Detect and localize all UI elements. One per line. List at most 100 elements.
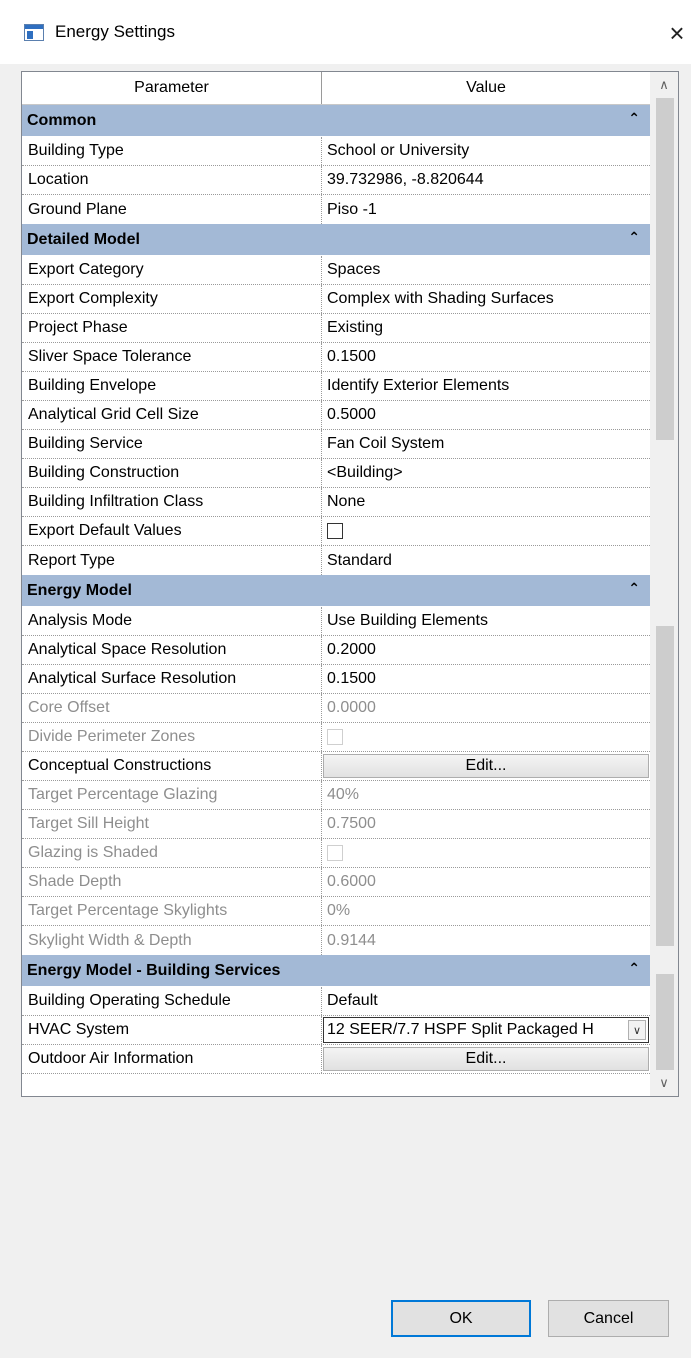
value-export-default-values — [322, 517, 650, 545]
param-export-complexity: Export Complexity — [22, 285, 322, 313]
property-row: Core Offset 0.0000 — [22, 694, 650, 723]
scrollbar-thumb-secondary[interactable] — [656, 626, 674, 946]
param-analysis-mode: Analysis Mode — [22, 607, 322, 635]
close-icon[interactable]: × — [664, 16, 690, 50]
value-skylight-width-depth: 0.9144 — [327, 931, 376, 949]
group-header-energy-model[interactable]: Energy Model ⌃ — [22, 575, 650, 607]
value-target-percentage-glazing: 40% — [327, 786, 360, 803]
collapse-chevron-icon[interactable]: ⌃ — [628, 229, 640, 246]
scrollbar-thumb-tertiary[interactable] — [656, 974, 674, 1070]
column-header-parameter[interactable]: Parameter — [22, 72, 322, 104]
property-row[interactable]: Analytical Surface Resolution 0.1500 — [22, 665, 650, 694]
divide-perimeter-zones-checkbox — [327, 729, 343, 745]
value-building-type[interactable]: School or University — [322, 137, 650, 165]
outdoor-air-information-edit-button[interactable]: Edit... — [323, 1047, 649, 1071]
value-project-phase[interactable]: Existing — [322, 314, 650, 342]
value-ground-plane[interactable]: Piso -1 — [322, 195, 650, 224]
value-conceptual-constructions: Edit... — [322, 752, 650, 780]
group-label: Energy Model — [27, 581, 132, 599]
scrollbar-thumb[interactable] — [656, 98, 674, 440]
hvac-system-dropdown[interactable]: 12 SEER/7.7 HSPF Split Packaged H ∨ — [323, 1017, 649, 1043]
value-report-type[interactable]: Standard — [322, 546, 650, 575]
hvac-system-selected: 12 SEER/7.7 HSPF Split Packaged H — [327, 1021, 594, 1038]
property-row[interactable]: Analytical Grid Cell Size 0.5000 — [22, 401, 650, 430]
value-location[interactable]: 39.732986, -8.820644 — [322, 166, 650, 194]
scroll-down-icon[interactable]: ∨ — [650, 1070, 678, 1096]
value-building-envelope[interactable]: Identify Exterior Elements — [322, 372, 650, 400]
param-sliver-space-tolerance: Sliver Space Tolerance — [22, 343, 322, 371]
value-core-offset: 0.0000 — [327, 699, 376, 716]
value-export-complexity[interactable]: Complex with Shading Surfaces — [322, 285, 650, 313]
param-building-infiltration-class: Building Infiltration Class — [22, 488, 322, 516]
value-export-category[interactable]: Spaces — [322, 256, 650, 284]
property-row[interactable]: Building Type School or University — [22, 137, 650, 166]
property-row[interactable]: Building Infiltration Class None — [22, 488, 650, 517]
property-row[interactable]: Building Service Fan Coil System — [22, 430, 650, 459]
param-analytical-grid-cell-size: Analytical Grid Cell Size — [22, 401, 322, 429]
value-building-infiltration-class[interactable]: None — [322, 488, 650, 516]
group-label: Detailed Model — [27, 230, 140, 248]
group-label: Common — [27, 111, 97, 129]
param-analytical-space-resolution: Analytical Space Resolution — [22, 636, 322, 664]
param-export-category: Export Category — [22, 256, 322, 284]
value-hvac-system: 12 SEER/7.7 HSPF Split Packaged H ∨ — [322, 1016, 650, 1044]
property-row[interactable]: Analytical Space Resolution 0.2000 — [22, 636, 650, 665]
vertical-scrollbar[interactable]: ∧ ∨ — [650, 72, 678, 1096]
window-title: Energy Settings — [55, 22, 176, 41]
param-skylight-width-depth: Skylight Width & Depth — [22, 926, 322, 955]
param-ground-plane: Ground Plane — [22, 195, 322, 224]
property-row: Glazing is Shaded — [22, 839, 650, 868]
value-analytical-space-resolution[interactable]: 0.2000 — [322, 636, 650, 664]
scroll-up-icon[interactable]: ∧ — [650, 72, 678, 98]
property-row[interactable]: HVAC System 12 SEER/7.7 HSPF Split Packag… — [22, 1016, 650, 1045]
property-row: Target Percentage Skylights 0% — [22, 897, 650, 926]
property-row[interactable]: Building Envelope Identify Exterior Eleme… — [22, 372, 650, 401]
cancel-button[interactable]: Cancel — [548, 1300, 669, 1337]
value-shade-depth: 0.6000 — [327, 873, 376, 890]
group-header-common[interactable]: Common ⌃ — [22, 105, 650, 137]
property-row[interactable]: Conceptual Constructions Edit... — [22, 752, 650, 781]
column-header-value[interactable]: Value — [322, 72, 650, 104]
property-row[interactable]: Export Default Values — [22, 517, 650, 546]
value-analytical-grid-cell-size[interactable]: 0.5000 — [322, 401, 650, 429]
property-row[interactable]: Building Operating Schedule Default — [22, 987, 650, 1016]
export-default-values-checkbox[interactable] — [327, 523, 343, 539]
collapse-chevron-icon[interactable]: ⌃ — [628, 110, 640, 127]
property-row[interactable]: Location 39.732986, -8.820644 — [22, 166, 650, 195]
property-row[interactable]: Export Complexity Complex with Shading Su… — [22, 285, 650, 314]
value-outdoor-air-information: Edit... — [322, 1045, 650, 1073]
property-row[interactable]: Report Type Standard — [22, 546, 650, 575]
value-analytical-surface-resolution[interactable]: 0.1500 — [322, 665, 650, 693]
param-shade-depth: Shade Depth — [22, 868, 322, 896]
param-building-operating-schedule: Building Operating Schedule — [22, 987, 322, 1015]
property-row[interactable]: Sliver Space Tolerance 0.1500 — [22, 343, 650, 372]
param-export-default-values: Export Default Values — [22, 517, 322, 545]
property-row[interactable]: Outdoor Air Information Edit... — [22, 1045, 650, 1074]
property-row: Shade Depth 0.6000 — [22, 868, 650, 897]
group-header-detailed-model[interactable]: Detailed Model ⌃ — [22, 224, 650, 256]
ok-button[interactable]: OK — [391, 1300, 531, 1337]
property-row[interactable]: Ground Plane Piso -1 — [22, 195, 650, 224]
value-sliver-space-tolerance[interactable]: 0.1500 — [322, 343, 650, 371]
param-target-sill-height: Target Sill Height — [22, 810, 322, 838]
param-glazing-is-shaded: Glazing is Shaded — [22, 839, 322, 867]
property-row[interactable]: Analysis Mode Use Building Elements — [22, 607, 650, 636]
param-outdoor-air-information: Outdoor Air Information — [22, 1045, 322, 1073]
group-header-energy-model-building-services[interactable]: Energy Model - Building Services ⌃ — [22, 955, 650, 987]
value-building-service[interactable]: Fan Coil System — [322, 430, 650, 458]
chevron-down-icon[interactable]: ∨ — [628, 1020, 646, 1040]
collapse-chevron-icon[interactable]: ⌃ — [628, 960, 640, 977]
param-divide-perimeter-zones: Divide Perimeter Zones — [22, 723, 322, 751]
property-row[interactable]: Project Phase Existing — [22, 314, 650, 343]
property-row[interactable]: Building Construction <Building> — [22, 459, 650, 488]
conceptual-constructions-edit-button[interactable]: Edit... — [323, 754, 649, 778]
glazing-is-shaded-checkbox — [327, 845, 343, 861]
group-label: Energy Model - Building Services — [27, 961, 281, 979]
property-row[interactable]: Export Category Spaces — [22, 256, 650, 285]
collapse-chevron-icon[interactable]: ⌃ — [628, 580, 640, 597]
property-row: Target Percentage Glazing 40% — [22, 781, 650, 810]
param-building-construction: Building Construction — [22, 459, 322, 487]
value-building-construction[interactable]: <Building> — [322, 459, 650, 487]
value-building-operating-schedule[interactable]: Default — [322, 987, 650, 1015]
value-analysis-mode[interactable]: Use Building Elements — [322, 607, 650, 635]
